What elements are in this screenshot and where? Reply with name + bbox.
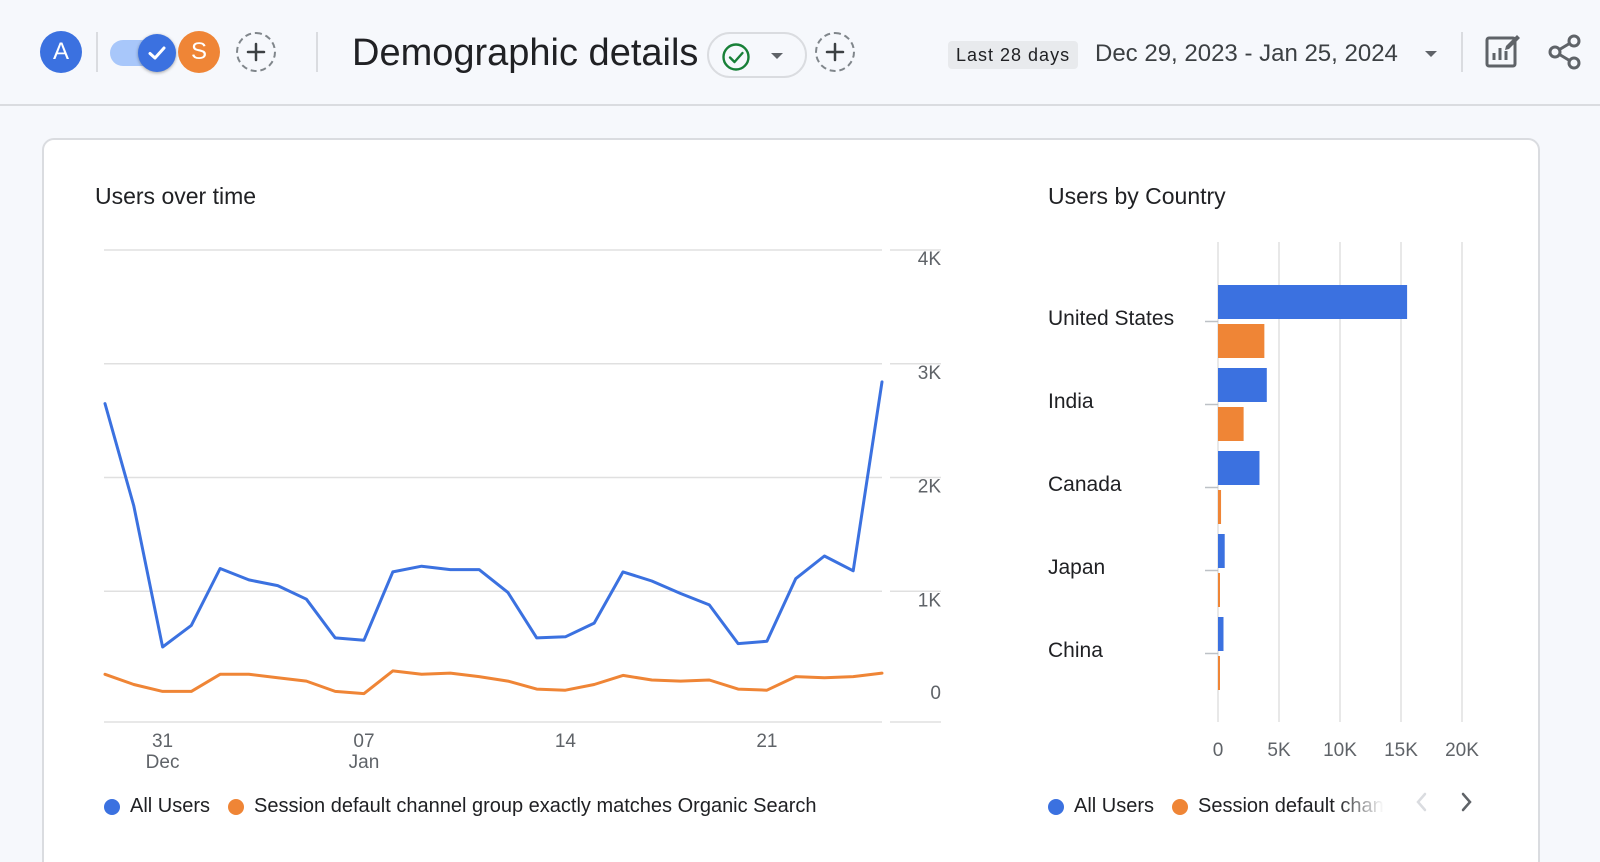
legend-dot-orange (228, 798, 245, 815)
legend-item-all-users[interactable]: All Users (104, 795, 210, 818)
legend-item-organic-search[interactable]: Session default channel group exactly ma… (228, 795, 817, 818)
x-tick-label: 15K (1384, 740, 1418, 761)
bar (1218, 617, 1224, 651)
legend-item-all-users[interactable]: All Users (1048, 795, 1154, 818)
legend-next-icon[interactable] (1456, 790, 1476, 814)
legend-label: Session default chan (1198, 795, 1384, 817)
legend-label: All Users (1074, 795, 1155, 817)
x-tick-label: 5K (1267, 740, 1291, 761)
country-label: India (1048, 390, 1094, 413)
bar-chart-legend: All Users Session default chan (1048, 795, 1388, 818)
country-label: United States (1048, 307, 1175, 330)
legend-label: Session default channel group exactly ma… (254, 795, 817, 817)
line-chart-legend: All Users Session default channel group … (104, 795, 835, 818)
country-label: Japan (1048, 556, 1106, 579)
bar (1218, 324, 1265, 358)
bar (1218, 407, 1244, 441)
legend-prev-icon[interactable] (1412, 790, 1432, 814)
bar (1218, 368, 1267, 402)
legend-item-session-default[interactable]: Session default chan (1172, 795, 1384, 818)
legend-dot-blue (1048, 798, 1064, 815)
legend-dot-orange (1172, 798, 1189, 815)
users-by-country-chart: 0 5K 10K 15K 20K (1205, 242, 1479, 761)
x-tick-label: 10K (1323, 740, 1357, 761)
bar (1218, 656, 1220, 690)
legend-label: All Users (130, 795, 211, 817)
bar (1218, 451, 1260, 485)
country-label: China (1048, 639, 1103, 662)
bar (1218, 534, 1225, 568)
country-label: Canada (1048, 473, 1122, 496)
bar (1218, 490, 1222, 524)
bar (1218, 285, 1408, 319)
legend-dot-blue (104, 798, 120, 815)
bar (1218, 573, 1220, 607)
x-tick-label: 0 (1213, 740, 1224, 761)
x-tick-label: 20K (1445, 740, 1479, 761)
